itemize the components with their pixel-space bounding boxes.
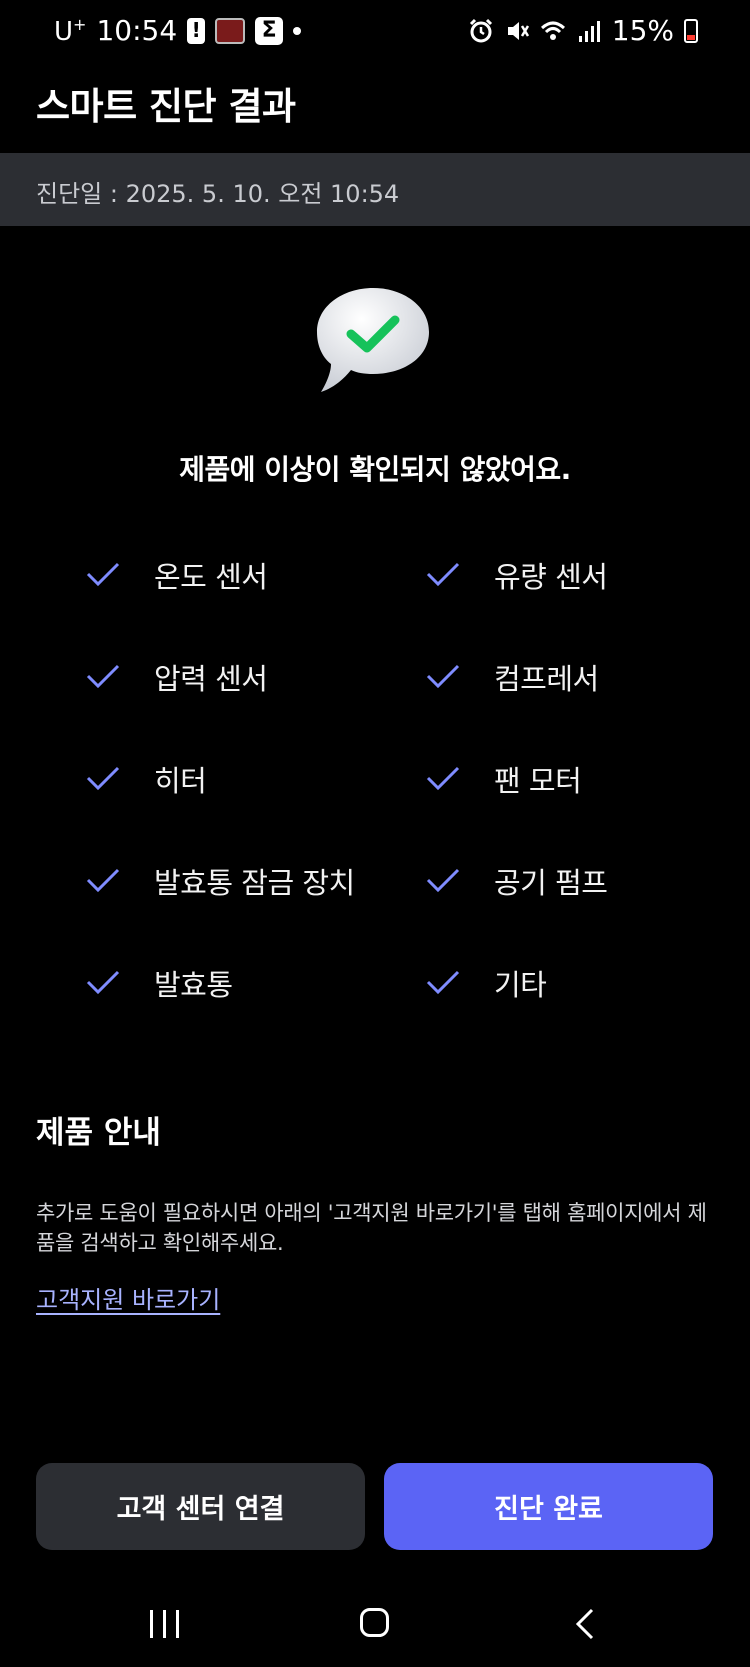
status-bar: U+ 10:54 Σ	[0, 0, 750, 64]
status-time: 10:54	[96, 14, 178, 47]
system-navigation-bar	[0, 1590, 750, 1667]
check-item-label: 공기 펌프	[494, 866, 608, 900]
sigma-notification-icon: Σ	[255, 16, 284, 45]
recent-apps-button[interactable]	[150, 1610, 180, 1638]
check-item-label: 발효통	[154, 968, 233, 1002]
customer-support-link[interactable]: 고객지원 바로가기	[36, 1280, 220, 1315]
diagnosis-date-bar: 진단일 : 2025. 5. 10. 오전 10:54	[0, 153, 750, 226]
check-item: 컴프레서	[426, 647, 599, 707]
alert-notification-icon	[187, 17, 206, 44]
signal-icon	[578, 20, 600, 42]
check-item-label: 기타	[494, 968, 547, 1002]
status-right: 15%	[468, 14, 698, 47]
diagnosis-complete-button[interactable]: 진단 완료	[384, 1463, 713, 1550]
check-item: 히터	[86, 749, 207, 809]
check-item-label: 온도 센서	[154, 560, 268, 594]
check-item: 압력 센서	[86, 647, 268, 707]
check-item: 공기 펌프	[426, 851, 608, 911]
battery-icon	[684, 18, 698, 43]
check-icon	[86, 766, 120, 791]
check-item-label: 압력 센서	[154, 662, 268, 696]
check-item: 발효통 잠금 장치	[86, 851, 355, 911]
check-item-label: 컴프레서	[494, 662, 599, 696]
result-message: 제품에 이상이 확인되지 않았어요.	[179, 453, 571, 486]
page-title: 스마트 진단 결과	[36, 85, 296, 128]
check-item: 유량 센서	[426, 545, 608, 605]
check-icon	[426, 664, 460, 689]
app-notification-icon	[215, 17, 246, 44]
mute-icon	[507, 21, 529, 40]
check-icon	[426, 970, 460, 995]
check-icon	[426, 868, 460, 893]
product-guide-title: 제품 안내	[36, 1115, 161, 1151]
check-item: 발효통	[86, 953, 233, 1013]
more-notifications-icon	[293, 26, 302, 35]
battery-percentage: 15%	[611, 14, 674, 47]
check-icon	[86, 868, 120, 893]
check-item: 팬 모터	[426, 749, 582, 809]
check-icon	[426, 562, 460, 587]
alarm-icon	[469, 18, 492, 42]
home-button[interactable]	[360, 1608, 389, 1637]
diagnosis-date: 진단일 : 2025. 5. 10. 오전 10:54	[36, 180, 400, 208]
carrier-label: U+	[54, 14, 87, 47]
check-icon	[426, 766, 460, 791]
wifi-icon	[540, 21, 565, 40]
check-item: 온도 센서	[86, 545, 268, 605]
product-guide-description: 추가로 도움이 필요하시면 아래의 '고객지원 바로가기'를 탭해 홈페이지에서…	[36, 1201, 707, 1255]
status-left: U+ 10:54 Σ	[54, 14, 302, 47]
check-item: 기타	[426, 953, 547, 1013]
check-item-label: 유량 센서	[494, 560, 608, 594]
connect-customer-center-button[interactable]: 고객 센터 연결	[36, 1463, 365, 1550]
check-item-label: 팬 모터	[494, 764, 582, 798]
check-icon	[86, 562, 120, 587]
success-speech-bubble-icon	[317, 288, 429, 392]
check-item-label: 히터	[154, 764, 207, 798]
check-icon	[86, 664, 120, 689]
back-button[interactable]	[574, 1608, 596, 1640]
check-item-label: 발효통 잠금 장치	[154, 866, 355, 900]
screen: U+ 10:54 Σ	[0, 0, 750, 1667]
check-icon	[86, 970, 120, 995]
